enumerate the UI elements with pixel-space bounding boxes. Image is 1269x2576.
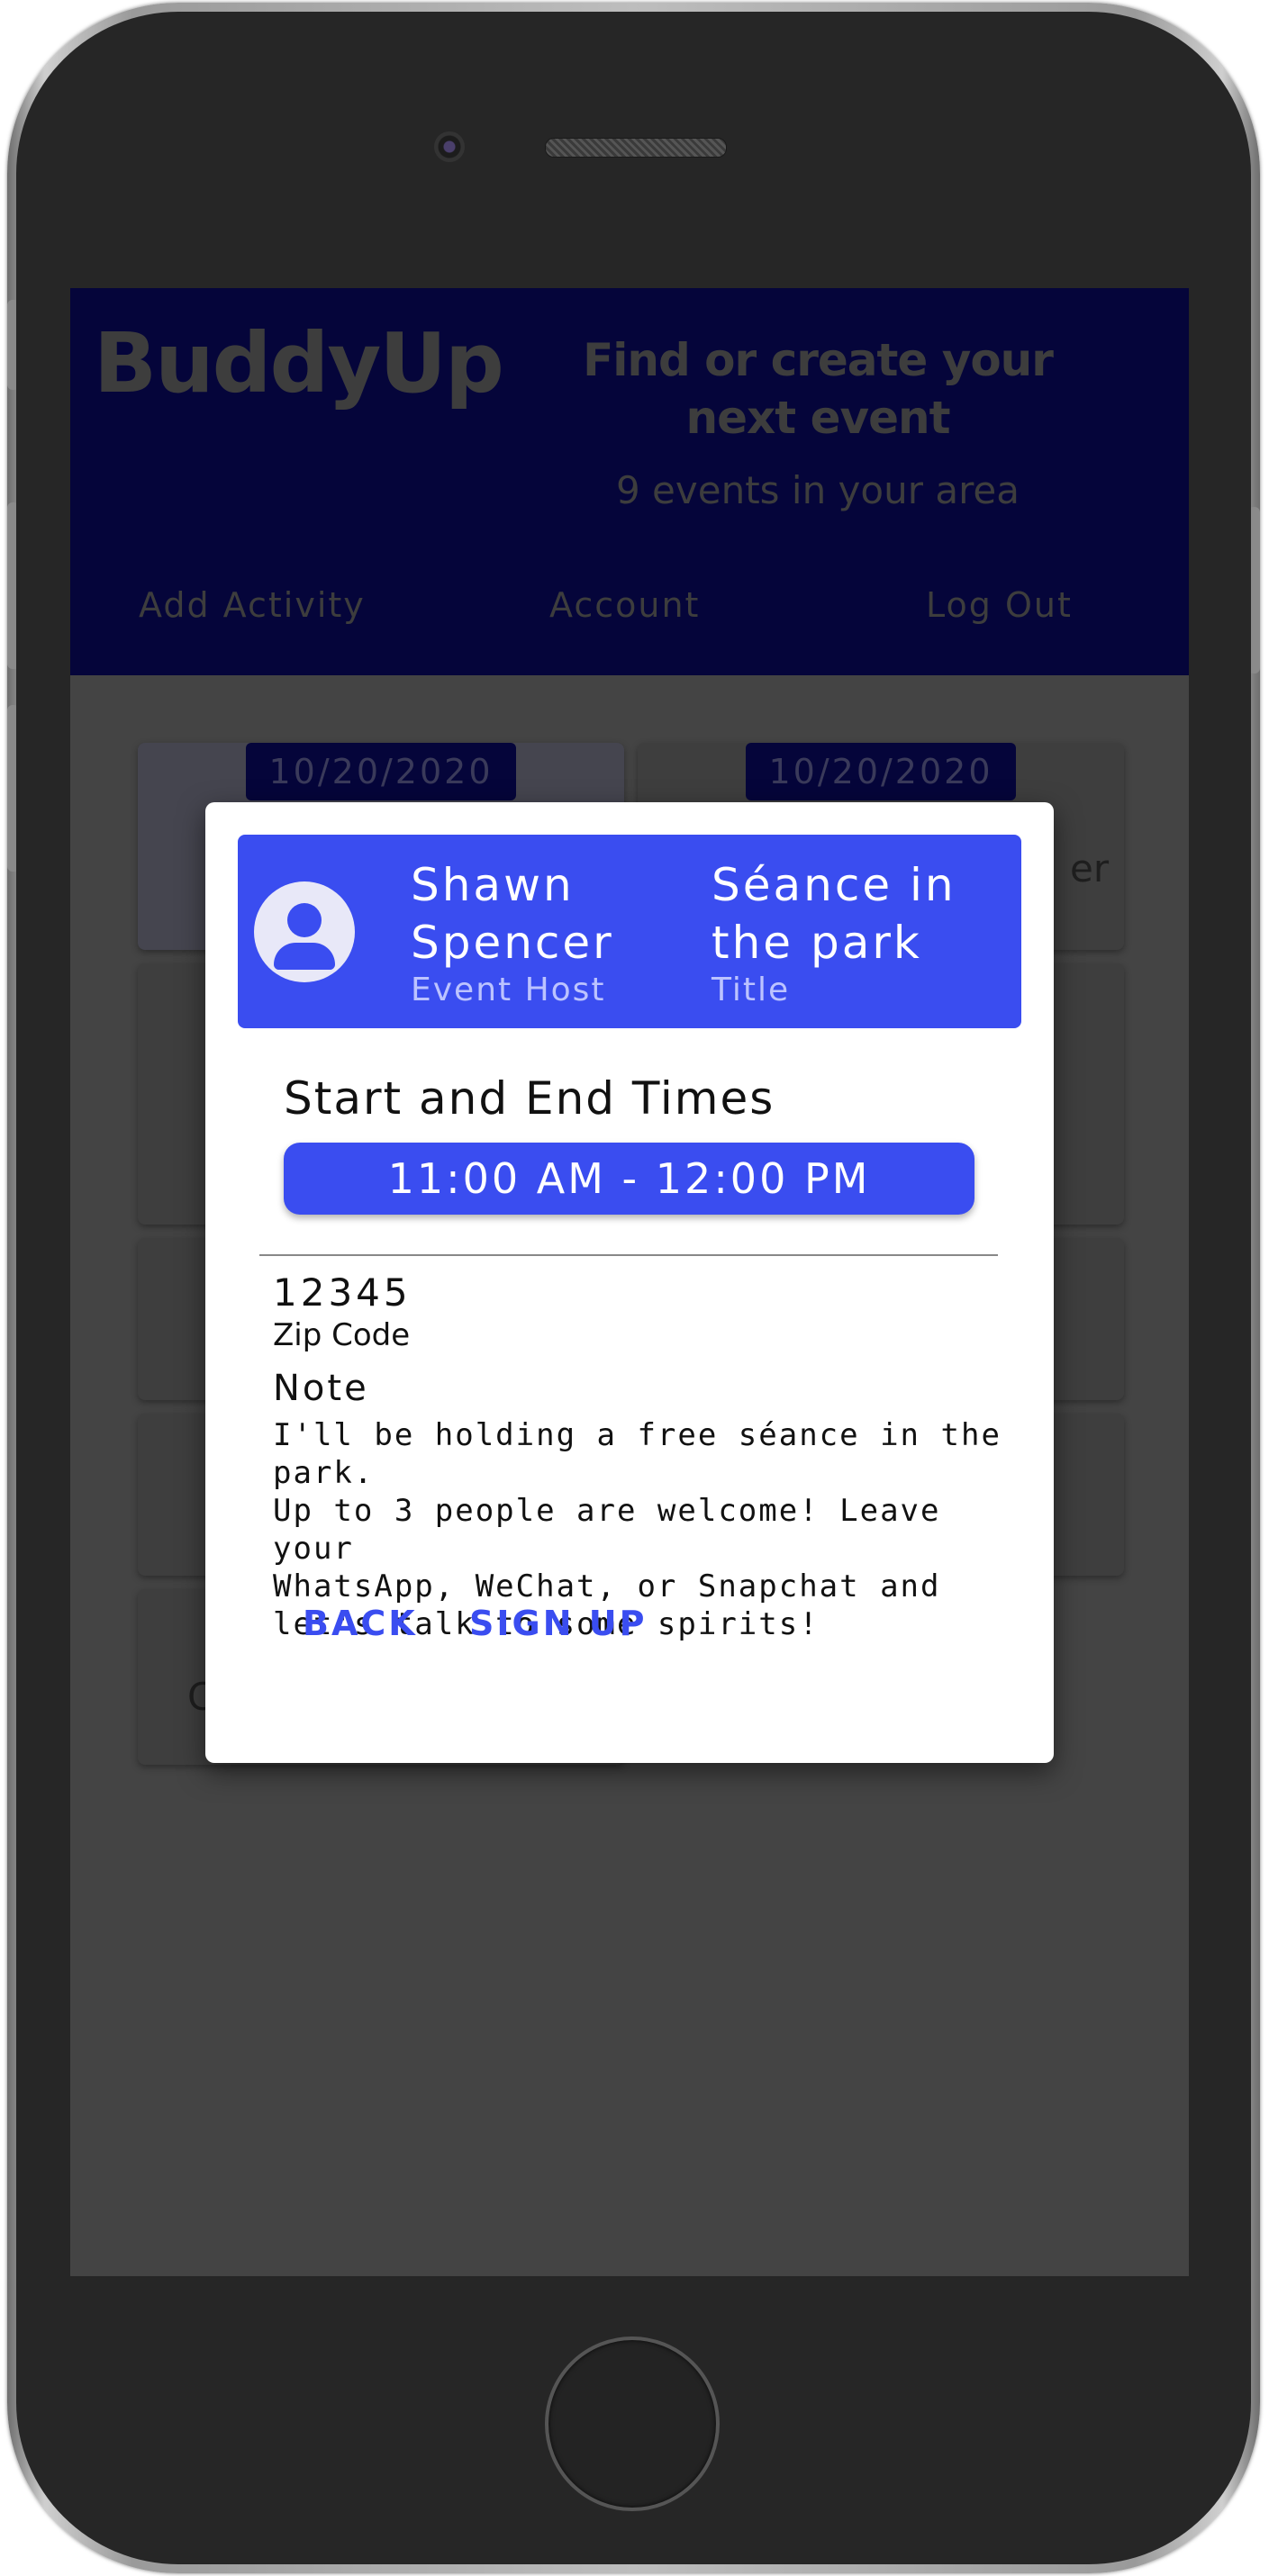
earpiece-speaker	[545, 138, 727, 158]
front-camera	[434, 131, 465, 162]
event-date-badge: 10/20/2020	[246, 743, 516, 800]
times-heading: Start and End Times	[284, 1072, 775, 1125]
zip-code-label: Zip Code	[273, 1317, 411, 1353]
event-card-text: er	[1070, 846, 1110, 890]
title-label: Title	[712, 972, 791, 1008]
back-button[interactable]: BACK	[303, 1604, 418, 1643]
host-banner: Shawn Spencer Event Host Séance in the p…	[238, 835, 1021, 1028]
event-details-dialog: Shawn Spencer Event Host Séance in the p…	[205, 802, 1054, 1763]
avatar-icon	[254, 881, 355, 982]
nav-add-activity[interactable]: Add Activity	[139, 585, 366, 625]
zip-code-value: 12345	[273, 1270, 412, 1315]
home-button[interactable]	[545, 2336, 720, 2511]
brand-logo: BuddyUp	[94, 315, 504, 411]
nav-account[interactable]: Account	[549, 585, 700, 625]
event-title: Séance in the park	[712, 859, 956, 969]
event-count: 9 events in your area	[615, 468, 1020, 512]
sign-up-button[interactable]: SIGN UP	[469, 1604, 647, 1643]
event-date-badge: 10/20/2020	[746, 743, 1016, 800]
host-name: Shawn Spencer	[411, 859, 614, 969]
app-header: BuddyUp Find or create your next event 9…	[70, 288, 1189, 675]
nav-log-out[interactable]: Log Out	[926, 585, 1073, 625]
note-heading: Note	[273, 1368, 369, 1409]
time-range-chip: 11:00 AM - 12:00 PM	[284, 1143, 974, 1215]
divider	[259, 1254, 998, 1256]
host-label: Event Host	[411, 972, 606, 1008]
tagline: Find or create your next event	[583, 334, 1054, 444]
